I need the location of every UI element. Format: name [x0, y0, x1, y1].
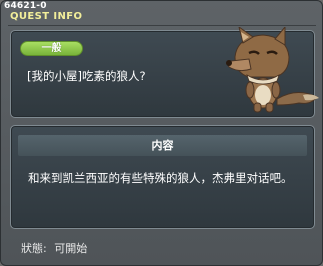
quest-info-window: 64621-0 QUEST INFO 一般 [我的小屋]吃素的狼人? 内容 和来… [0, 0, 323, 266]
quest-id: 64621-0 [4, 1, 47, 11]
werewolf-npc-image [226, 27, 319, 113]
content-header: 内容 [18, 135, 307, 156]
quest-status: 狀態: 可開始 [21, 240, 87, 256]
title-divider [8, 25, 316, 26]
status-label: 狀態: [21, 242, 47, 255]
quest-type-badge: 一般 [20, 41, 83, 56]
window-title: QUEST INFO [10, 11, 83, 22]
quest-description: 和来到凯兰西亚的有些特殊的狼人，杰弗里对话吧。 [28, 171, 293, 185]
quest-name: [我的小屋]吃素的狼人? [27, 69, 146, 83]
status-value: 可開始 [54, 242, 88, 255]
